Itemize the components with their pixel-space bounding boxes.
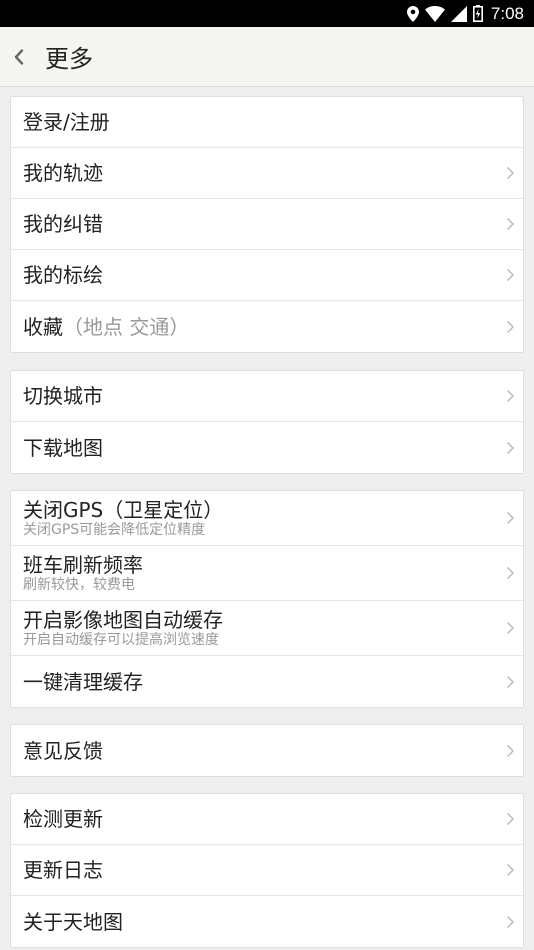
- item-title: 意见反馈: [23, 738, 103, 763]
- chevron-right-icon: [506, 217, 515, 231]
- chevron-right-icon: [506, 621, 515, 635]
- chevron-right-icon: [506, 744, 515, 757]
- chevron-right-icon: [506, 166, 515, 180]
- map-group: 切换城市 下载地图: [10, 370, 524, 474]
- status-time: 7:08: [490, 3, 524, 23]
- status-bar: 7:08: [0, 0, 534, 27]
- my-corrections-item[interactable]: 我的纠错: [11, 199, 523, 250]
- my-tracks-item[interactable]: 我的轨迹: [11, 148, 523, 199]
- download-map-item[interactable]: 下载地图: [11, 422, 523, 473]
- account-group: 登录/注册 我的轨迹 我的纠错 我的标绘 收藏（地点 交通）: [10, 96, 524, 353]
- favorites-item[interactable]: 收藏（地点 交通）: [11, 301, 523, 352]
- clear-cache-item[interactable]: 一键清理缓存: [11, 656, 523, 707]
- chevron-right-icon: [506, 863, 515, 877]
- switch-city-item[interactable]: 切换城市: [11, 371, 523, 422]
- item-title: 关于天地图: [23, 909, 123, 934]
- chevron-right-icon: [506, 389, 515, 403]
- item-title: 我的标绘: [23, 263, 103, 287]
- item-title: 班车刷新频率: [23, 553, 143, 577]
- item-title: 开启影像地图自动缓存: [23, 608, 223, 632]
- about-group: 检测更新 更新日志 关于天地图: [10, 793, 524, 948]
- item-title: 收藏（地点 交通）: [23, 315, 523, 339]
- image-map-cache-item[interactable]: 开启影像地图自动缓存 开启自动缓存可以提高浏览速度: [11, 601, 523, 656]
- favorites-label: 收藏: [23, 314, 63, 339]
- item-title: 登录/注册: [23, 110, 110, 134]
- about-item[interactable]: 关于天地图: [11, 896, 523, 947]
- header: 更多: [0, 27, 534, 87]
- item-subtitle: 关闭GPS可能会降低定位精度: [23, 522, 206, 538]
- feedback-group: 意见反馈: [10, 724, 524, 777]
- favorites-hint: （地点 交通）: [63, 314, 190, 339]
- chevron-right-icon: [506, 320, 515, 333]
- feedback-item[interactable]: 意见反馈: [11, 725, 523, 776]
- item-title: 切换城市: [23, 384, 103, 408]
- chevron-right-icon: [506, 511, 515, 525]
- chevron-right-icon: [506, 566, 515, 580]
- login-register-item[interactable]: 登录/注册: [11, 97, 523, 148]
- chevron-right-icon: [506, 675, 515, 688]
- battery-icon: [472, 5, 483, 22]
- item-title: 下载地图: [23, 435, 103, 460]
- item-title: 关闭GPS（卫星定位）: [23, 498, 224, 522]
- chevron-right-icon: [506, 915, 515, 928]
- my-plots-item[interactable]: 我的标绘: [11, 250, 523, 301]
- location-icon: [406, 5, 419, 22]
- item-title: 检测更新: [23, 807, 103, 831]
- settings-group: 关闭GPS（卫星定位） 关闭GPS可能会降低定位精度 班车刷新频率 刷新较快，较…: [10, 490, 524, 708]
- wifi-icon: [424, 5, 445, 22]
- item-title: 更新日志: [23, 858, 103, 882]
- page-title: 更多: [45, 45, 93, 73]
- chevron-right-icon: [506, 268, 515, 282]
- chevron-left-icon[interactable]: [14, 47, 30, 67]
- item-title: 我的纠错: [23, 212, 103, 236]
- chevron-right-icon: [506, 812, 515, 826]
- chevron-right-icon: [506, 441, 515, 454]
- bus-refresh-rate-item[interactable]: 班车刷新频率 刷新较快，较费电: [11, 546, 523, 601]
- item-title: 一键清理缓存: [23, 669, 143, 694]
- item-subtitle: 刷新较快，较费电: [23, 577, 135, 593]
- close-gps-item[interactable]: 关闭GPS（卫星定位） 关闭GPS可能会降低定位精度: [11, 491, 523, 546]
- item-subtitle: 开启自动缓存可以提高浏览速度: [23, 632, 219, 648]
- item-title: 我的轨迹: [23, 161, 103, 185]
- changelog-item[interactable]: 更新日志: [11, 845, 523, 896]
- check-update-item[interactable]: 检测更新: [11, 794, 523, 845]
- signal-icon: [450, 5, 467, 22]
